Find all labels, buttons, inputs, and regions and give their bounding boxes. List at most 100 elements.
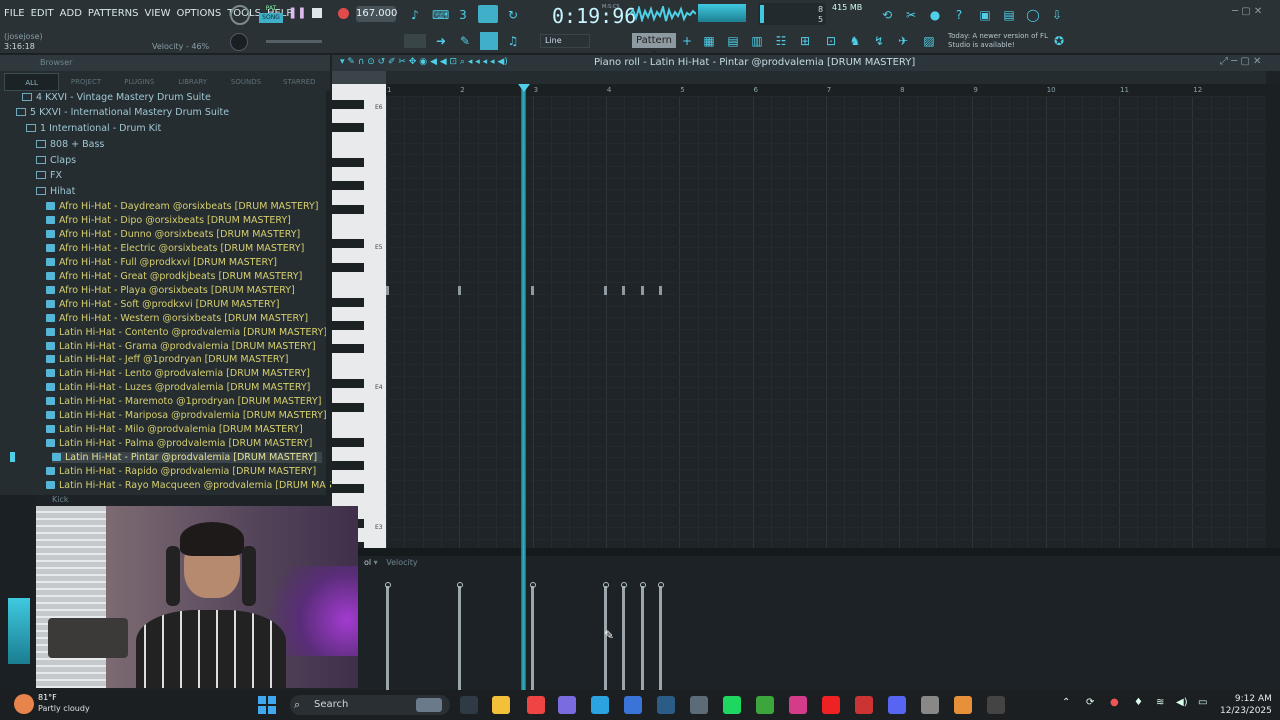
black-key[interactable] (332, 181, 364, 191)
file-item[interactable]: Afro Hi-Hat - Western @orsixbeats [DRUM … (46, 313, 308, 324)
task-view-icon[interactable] (460, 696, 478, 714)
download-icon[interactable]: ⇩ (1050, 8, 1064, 22)
youtube-icon[interactable] (822, 696, 840, 714)
file-item[interactable]: Latin Hi-Hat - Palma @prodvalemia [DRUM … (46, 438, 312, 449)
control-selector[interactable]: ol ▾ Velocity (364, 558, 418, 567)
window-controls[interactable]: ─ ▢ ✕ (1232, 6, 1278, 20)
black-key[interactable] (332, 297, 364, 307)
steam-icon[interactable] (657, 696, 675, 714)
menu-options[interactable]: OPTIONS (177, 8, 222, 19)
playhead-marker-icon[interactable] (518, 84, 530, 92)
menu-file[interactable]: FILE (4, 8, 25, 19)
black-key[interactable] (332, 460, 364, 470)
mixer-icon[interactable]: ☷ (774, 34, 788, 48)
tempo-tapper-icon[interactable]: ↯ (872, 34, 886, 48)
fl-studio-icon[interactable] (954, 696, 972, 714)
taskbar-clock[interactable]: 9:12 AM 12/23/2025 (1220, 693, 1272, 717)
keyboard-button[interactable] (404, 34, 426, 48)
plugin-picker-icon[interactable]: ⊡ (824, 34, 838, 48)
tray-chevron-icon[interactable]: ⌃ (1062, 697, 1070, 708)
tray-app-icon[interactable]: ● (1110, 697, 1119, 708)
velocity-bar[interactable] (659, 586, 662, 690)
windows-start-icon[interactable] (258, 696, 276, 714)
discord-icon[interactable] (888, 696, 906, 714)
black-key[interactable] (332, 204, 364, 214)
black-key[interactable] (332, 262, 364, 272)
tray-wifi-icon[interactable]: ≋ (1156, 697, 1164, 708)
velocity-handle[interactable] (529, 582, 536, 588)
folder-claps[interactable]: Claps (36, 155, 76, 166)
record-button[interactable] (338, 8, 349, 19)
pattern-selector[interactable]: Pattern 7 (632, 33, 676, 61)
wait-input-icon[interactable]: ⌨ (432, 8, 449, 22)
song-mode-button[interactable]: SONG (259, 13, 283, 23)
note[interactable] (458, 286, 461, 295)
black-key[interactable] (332, 122, 364, 132)
file-item[interactable]: Latin Hi-Hat - Pintar @prodvalemia [DRUM… (52, 452, 322, 464)
file-item[interactable]: Latin Hi-Hat - Jeff @1prodryan [DRUM MAS… (46, 354, 288, 365)
menu-view[interactable]: VIEW (145, 8, 171, 19)
file-item[interactable]: Latin Hi-Hat - Mariposa @prodvalemia [DR… (46, 410, 327, 421)
help-icon[interactable]: ? (952, 8, 966, 22)
stamp-icon[interactable]: ♫ (506, 34, 520, 48)
tray-mic-icon[interactable]: ♦ (1134, 697, 1143, 708)
tray-sync-icon[interactable]: ⟳ (1086, 697, 1094, 708)
menu-edit[interactable]: EDIT (31, 8, 54, 19)
note[interactable] (386, 286, 389, 295)
file-item[interactable]: Afro Hi-Hat - Dunno @orsixbeats [DRUM MA… (46, 229, 300, 240)
pencil-icon[interactable]: ✎ (458, 34, 472, 48)
tray-volume-icon[interactable]: ◀) (1176, 697, 1188, 708)
note[interactable] (641, 286, 644, 295)
folder-808-bass[interactable]: 808 + Bass (36, 139, 104, 150)
tab-all[interactable]: ALL (4, 73, 60, 91)
velocity-handle[interactable] (384, 582, 391, 588)
file-item[interactable]: Latin Hi-Hat - Maremoto @1prodryan [DRUM… (46, 396, 321, 407)
browser-icon[interactable]: ⊞ (798, 34, 812, 48)
velocity-editor[interactable] (384, 556, 1266, 690)
loop-record-icon[interactable]: ↻ (506, 8, 520, 22)
arrow-right-icon[interactable]: ➜ (434, 34, 448, 48)
spotify-icon[interactable] (723, 696, 741, 714)
player-icon[interactable] (987, 696, 1005, 714)
file-item[interactable]: Afro Hi-Hat - Electric @orsixbeats [DRUM… (46, 243, 304, 254)
save-icon[interactable]: ▣ (978, 8, 992, 22)
taskbar-search[interactable]: ⌕ Search (290, 695, 450, 715)
instagram-icon[interactable] (789, 696, 807, 714)
velocity-handle[interactable] (620, 582, 627, 588)
file-item[interactable]: Latin Hi-Hat - Rapido @prodvalemia [DRUM… (46, 466, 316, 477)
voicemeeter-icon[interactable] (855, 696, 873, 714)
mic-icon[interactable]: ● (928, 8, 942, 22)
file-item[interactable]: Latin Hi-Hat - Rayo Macqueen @prodvalemi… (46, 480, 359, 491)
vertical-scrollbar[interactable] (1266, 84, 1280, 548)
minecraft-icon[interactable] (756, 696, 774, 714)
folder-hihat[interactable]: Hihat (36, 186, 75, 197)
velocity-bar[interactable] (622, 586, 625, 690)
folder-vintage-suite[interactable]: 4 KXVI - Vintage Mastery Drum Suite (22, 92, 211, 103)
black-key[interactable] (332, 321, 364, 330)
scroll-area[interactable] (386, 71, 1266, 84)
piano-keyboard[interactable] (332, 84, 386, 552)
folder-fx[interactable]: FX (36, 170, 62, 181)
fl-logo-icon[interactable]: ✪ (1052, 34, 1066, 48)
tab-library[interactable]: LIBRARY (166, 73, 219, 91)
play-button[interactable]: ❚❚ (288, 6, 306, 22)
pat-label[interactable]: PAT (259, 5, 283, 13)
velocity-handle[interactable] (639, 582, 646, 588)
black-key[interactable] (332, 344, 364, 354)
tab-sounds[interactable]: SOUNDS (219, 73, 272, 91)
link-button[interactable] (480, 32, 498, 50)
tab-starred[interactable]: STARRED (273, 73, 326, 91)
master-volume-knob[interactable] (230, 5, 250, 25)
stop-button[interactable] (312, 8, 322, 18)
black-key[interactable] (332, 402, 364, 412)
file-item[interactable]: Latin Hi-Hat - Grama @prodvalemia [DRUM … (46, 341, 316, 352)
folder-drum-kit[interactable]: 1 International - Drum Kit (26, 123, 161, 134)
weather-label[interactable]: Partly cloudy (38, 704, 90, 713)
piano-roll-title[interactable]: Piano roll - Latin Hi-Hat - Pintar @prod… (594, 57, 915, 68)
plugin-database-icon[interactable]: ▤ (1002, 8, 1016, 22)
tab-project[interactable]: PROJECT (59, 73, 112, 91)
edge-icon[interactable] (591, 696, 609, 714)
velocity-bar[interactable] (458, 586, 461, 690)
browser-scrollbar[interactable] (326, 91, 330, 495)
update-notice[interactable]: Today: A newer version of FL Studio is a… (948, 32, 1048, 50)
